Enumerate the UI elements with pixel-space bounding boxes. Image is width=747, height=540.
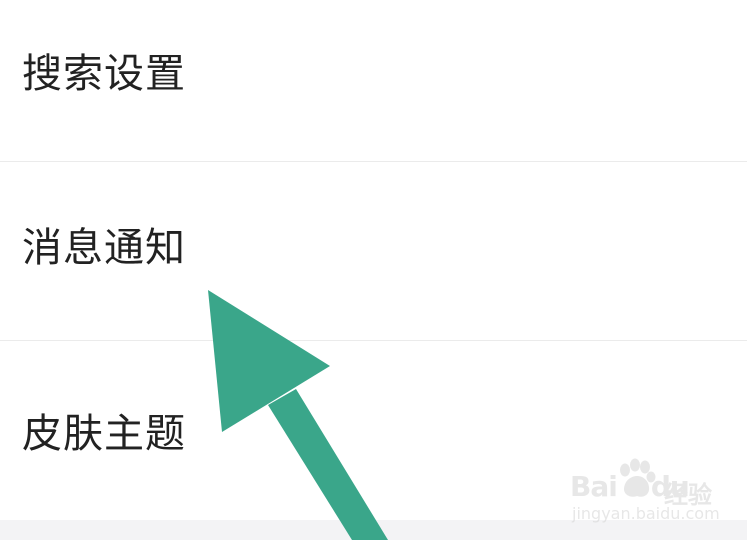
settings-item-label: 搜索设置 — [22, 51, 186, 97]
settings-list: 搜索设置 消息通知 皮肤主题 — [0, 0, 747, 520]
settings-item-search[interactable]: 搜索设置 — [0, 0, 747, 161]
paw-icon — [620, 458, 656, 497]
settings-item-label: 消息通知 — [22, 225, 186, 271]
settings-item-notifications[interactable]: 消息通知 — [0, 162, 747, 340]
watermark: Bai du 经验 jingyan.baidu.com — [566, 458, 736, 528]
watermark-brand-prefix: Bai — [570, 470, 618, 503]
settings-item-label: 皮肤主题 — [22, 411, 186, 457]
watermark-url: jingyan.baidu.com — [572, 504, 720, 523]
